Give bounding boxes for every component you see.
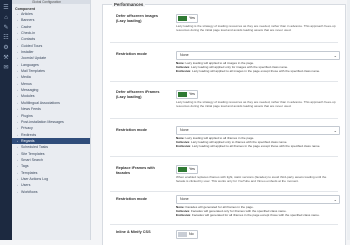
tree-item-label: Banners	[21, 18, 35, 23]
defer-images-description: Lazy loading is the strategy of loading …	[176, 24, 336, 32]
admin-icon-rail: ☰ ⌂ ✎ ☷ ⚙ ⚒ ✉	[0, 0, 12, 240]
component-list: › Articles › Banners › Cache › Check-in › Contact…	[12, 11, 90, 195]
tree-item-label: Mail Templates	[21, 69, 45, 74]
tree-top-text: Global Configuration	[32, 0, 62, 4]
tree-item-label: Site Templates	[21, 151, 45, 156]
select-value: None	[180, 53, 189, 57]
toggle-state: Yes	[189, 16, 195, 20]
tree-item-label: Regards	[21, 138, 35, 143]
restriction-mode-2-label: Restriction mode	[116, 128, 148, 132]
tree-item-label: Smart Search	[21, 157, 43, 162]
toggle-state: Yes	[189, 92, 195, 96]
inline-css-label: Inline & Minify CSS	[116, 230, 151, 234]
chevron-down-icon: ⌄	[333, 128, 337, 133]
toggle-knob	[178, 167, 187, 172]
tree-item-label: Installer	[21, 50, 34, 55]
tree-item-label: Media	[21, 75, 31, 80]
toggle-knob	[178, 232, 187, 237]
tree-item-label: Workflows	[21, 189, 38, 194]
tree-item-label: Templates	[21, 170, 38, 175]
toggle-state: No	[189, 232, 194, 236]
restriction-mode-3-label: Restriction mode	[116, 197, 148, 201]
tree-item-label: Scheduled Tasks	[21, 145, 49, 150]
tree-item-label: Articles	[21, 12, 33, 16]
restriction-mode-1-label: Restriction mode	[116, 52, 148, 56]
tree-item-label: Redirects	[21, 132, 37, 137]
tree-item-label: News Feeds	[21, 107, 41, 112]
tree-item-label: Plugins	[21, 113, 33, 118]
defer-images-toggle[interactable]: Yes	[176, 14, 198, 23]
tree-item-label: Cache	[21, 24, 32, 29]
note-line: Exclusive: Lazy loading will applied to …	[176, 144, 321, 148]
replace-iframes-description: When enabled replaces iframes with light…	[176, 175, 327, 183]
divider	[110, 224, 338, 225]
rail-icon[interactable]: ⚙	[2, 44, 10, 52]
tree-top-bar[interactable]: Global Configuration	[12, 0, 90, 4]
tree-item-label: Languages	[21, 62, 39, 67]
chevron-down-icon: ⌄	[333, 53, 337, 58]
tree-item-label: Users	[21, 183, 31, 188]
restriction-mode-1-select[interactable]: None ⌄	[176, 51, 340, 60]
rail-icon[interactable]: ⌂	[2, 14, 10, 22]
note-line: Exclusive: Facades will generated for al…	[176, 213, 320, 217]
note-line: Exclusive: Lazy loading will applied to …	[176, 69, 321, 73]
restriction-mode-3-select[interactable]: None ⌄	[176, 195, 340, 204]
restriction-mode-2-notes: None: Lazy loading will applied to all i…	[176, 136, 338, 148]
select-value: None	[180, 128, 189, 132]
tree-item-label: Multilingual Associations	[21, 100, 60, 105]
tree-item-label: Tags	[21, 164, 29, 169]
rail-icon[interactable]: ☷	[2, 34, 10, 42]
replace-iframes-label: Replace iFrames with facades	[116, 166, 155, 175]
divider	[110, 81, 338, 82]
fieldset-legend: Performances	[112, 2, 146, 7]
defer-iframes-label: Defer offscreen iFrames (Lazy loading)	[116, 90, 160, 99]
tree-item-label: Menus	[21, 81, 32, 86]
tree-item-label: Messaging	[21, 88, 39, 93]
main-panel: Performances Defer offscreen images (Laz…	[94, 0, 350, 245]
toggle-state: Yes	[189, 167, 195, 171]
tree-item-label: User Actions Log	[21, 176, 49, 181]
divider	[110, 118, 338, 119]
tree-item-label: Privacy	[21, 126, 33, 131]
tree-item-label: Check-in	[21, 31, 36, 36]
restriction-mode-2-select[interactable]: None ⌄	[176, 126, 340, 135]
tree-item[interactable]: › Workflows	[12, 189, 90, 195]
defer-iframes-toggle[interactable]: Yes	[176, 90, 198, 99]
replace-iframes-toggle[interactable]: Yes	[176, 165, 198, 174]
divider	[110, 191, 338, 192]
select-value: None	[180, 197, 189, 201]
tree-item-label: Modules	[21, 94, 35, 99]
rail-icon[interactable]: ☰	[2, 4, 10, 12]
defer-images-label: Defer offscreen images (Lazy loading)	[116, 14, 158, 23]
chevron-down-icon: ⌄	[333, 197, 337, 202]
toggle-knob	[178, 92, 187, 97]
tree-item-label: Contacts	[21, 37, 36, 42]
defer-iframes-description: Lazy loading is the strategy of loading …	[176, 100, 336, 108]
tree-item-label: Joomla! Update	[21, 56, 47, 61]
rail-icon[interactable]: ⚒	[2, 54, 10, 62]
component-tree: Global Configuration Component › Articles…	[12, 0, 91, 240]
restriction-mode-1-notes: None: Lazy loading will applied to all i…	[176, 61, 338, 73]
toggle-knob	[178, 16, 187, 21]
tree-item-label: Post-installation Messages	[21, 119, 64, 124]
rail-icon[interactable]: ✉	[2, 64, 10, 72]
tree-item-label: Guided Tours	[21, 43, 43, 48]
divider	[110, 42, 338, 43]
restriction-mode-3-notes: None: Facades will generated for all ifr…	[176, 205, 338, 217]
rail-icon[interactable]: ✎	[2, 24, 10, 32]
divider	[110, 156, 338, 157]
inline-css-toggle[interactable]: No	[176, 230, 198, 239]
